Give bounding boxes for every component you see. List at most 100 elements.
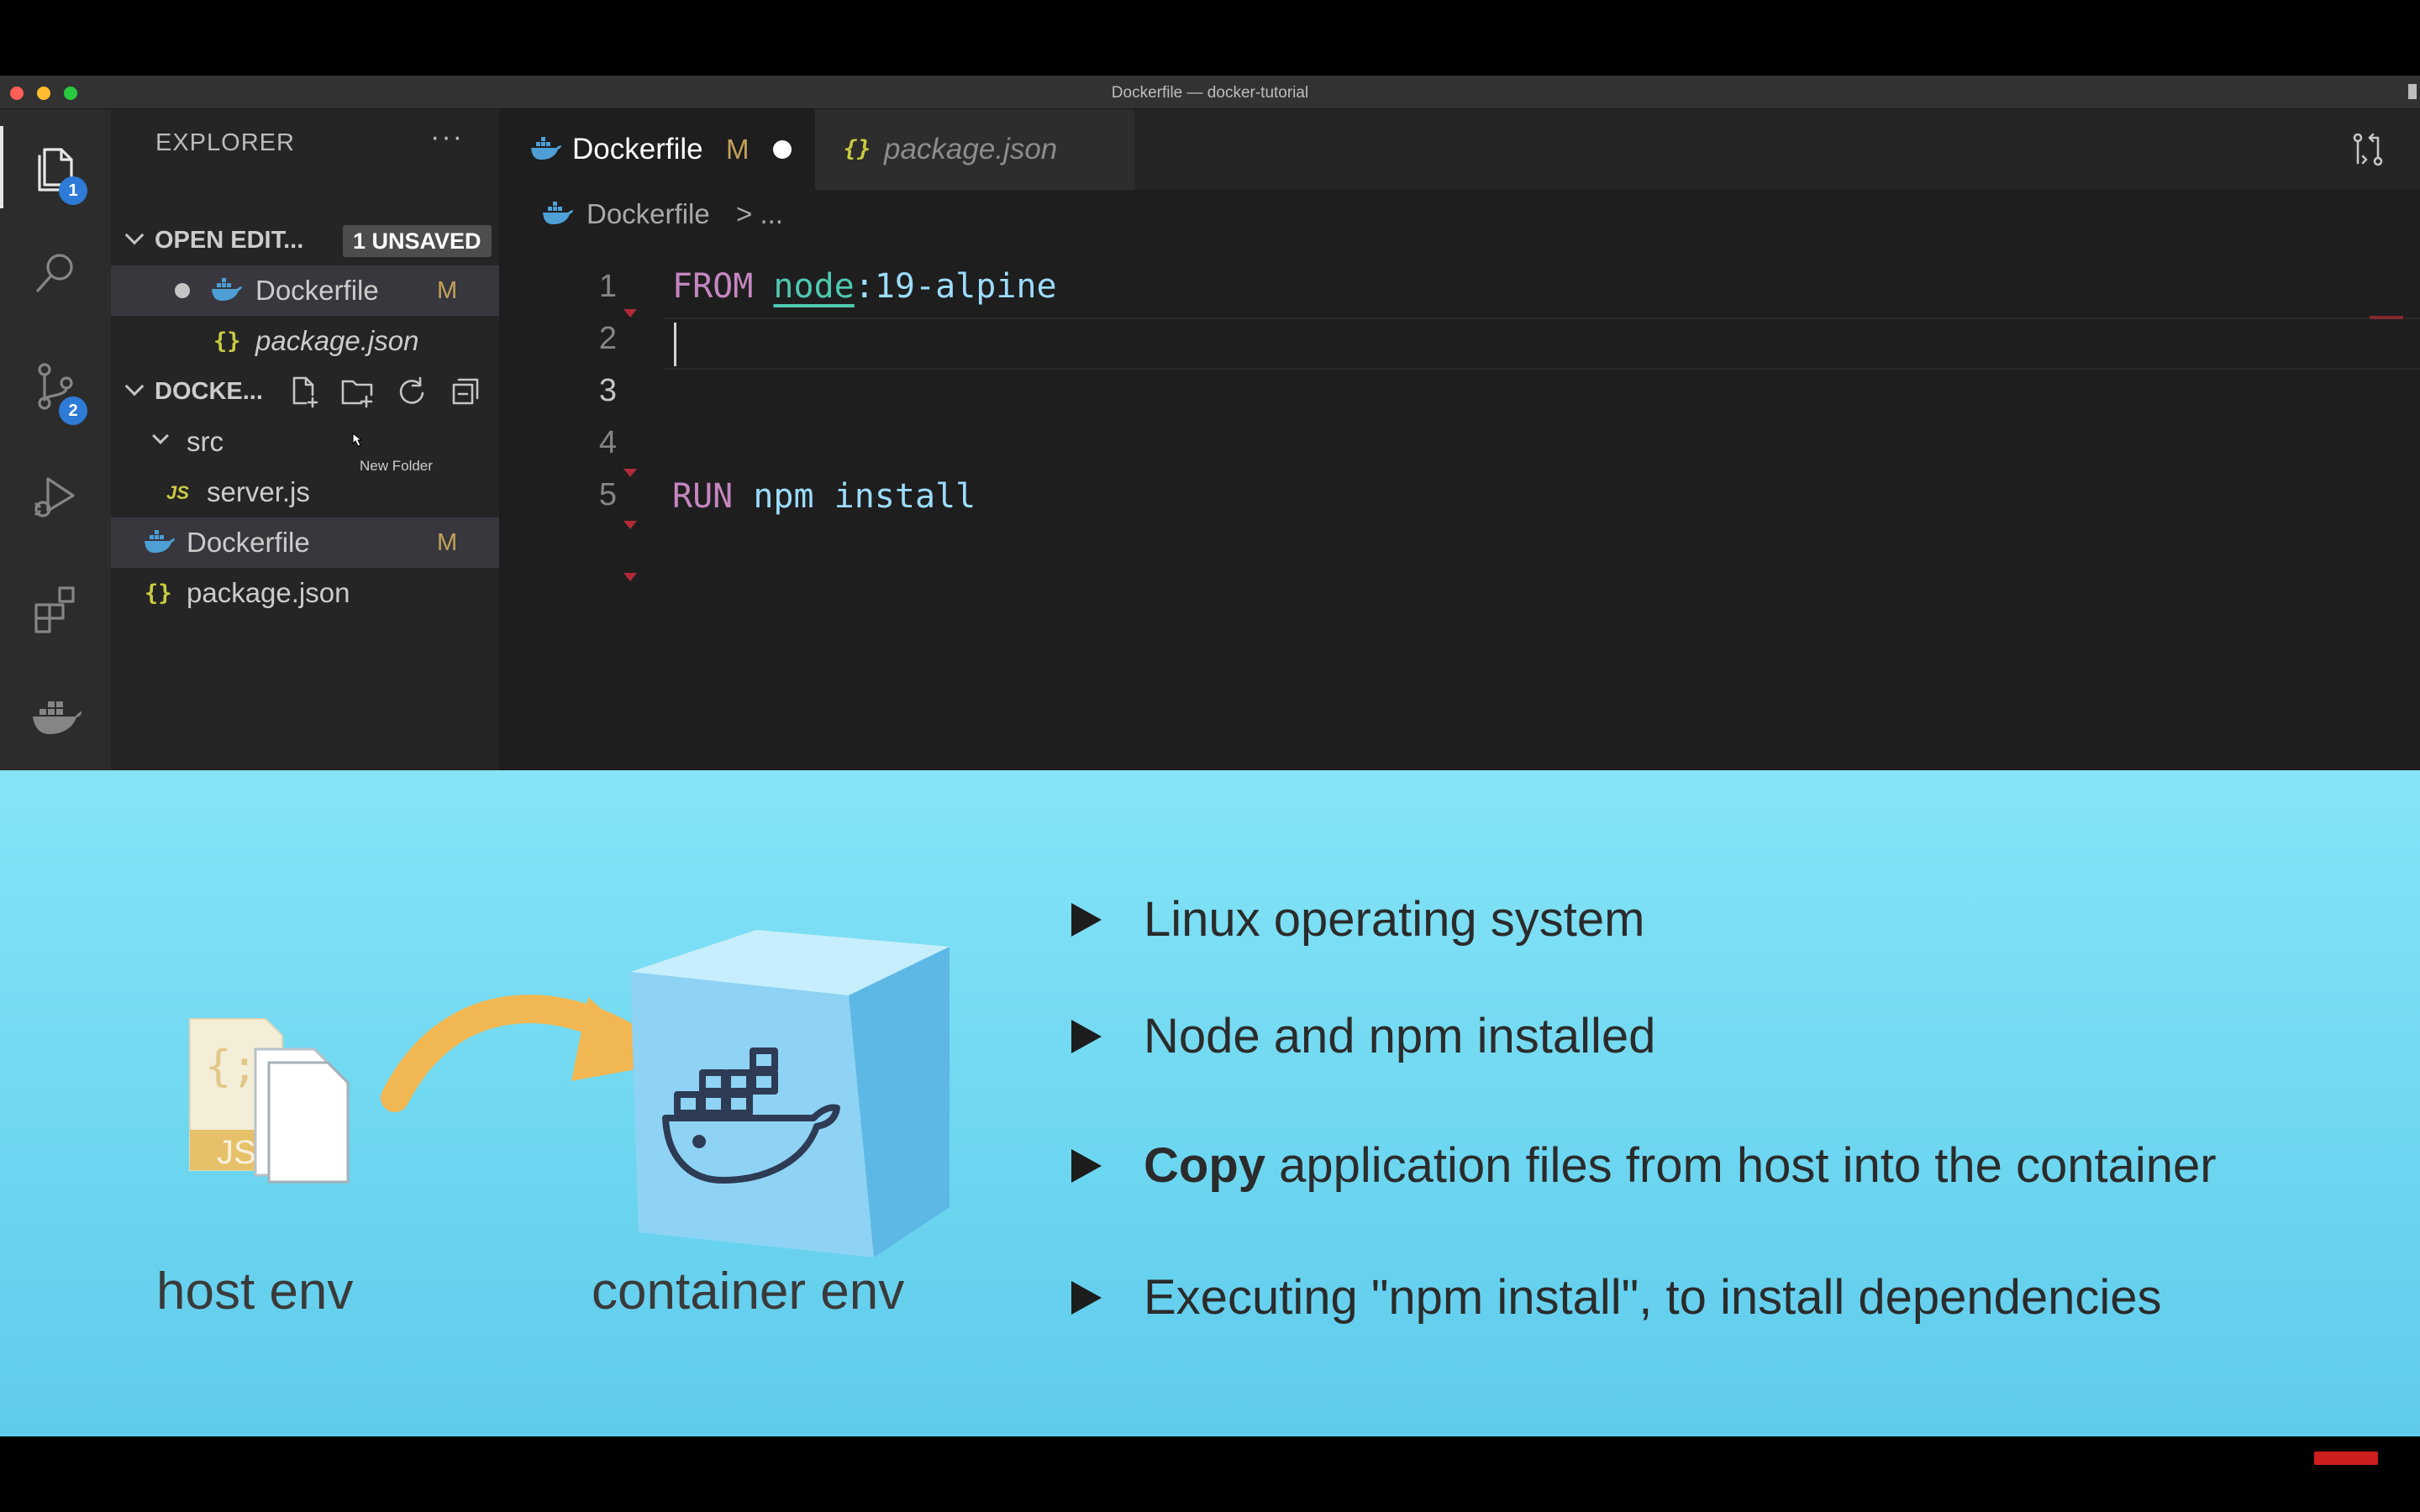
js-file-icon: JS [166,482,189,503]
open-editor-dockerfile[interactable]: Dockerfile M [111,265,499,316]
change-marker [623,309,637,318]
new-file-button[interactable] [286,375,323,408]
workspace-folder-title: DOCKE... [155,377,263,405]
unsaved-dot-icon[interactable] [773,140,792,159]
line-number: 1 [598,269,617,304]
host-env-label: host env [156,1263,354,1320]
host-files-icon: {;} JS [189,1018,350,1184]
activity-search[interactable] [0,227,111,319]
tree-folder-src[interactable]: src [111,417,499,467]
tree-item-label: package.json [187,577,350,608]
title-bar: Dockerfile — docker-tutorial [0,76,2420,109]
source-control-badge: 2 [59,396,87,425]
tree-file-package-json[interactable]: {} package.json [111,568,499,618]
subscribe-watermark[interactable] [2314,1452,2378,1465]
line-number: 5 [598,477,617,512]
explorer-more-actions[interactable]: ··· [430,121,464,154]
window-title: Dockerfile — docker-tutorial [1111,84,1309,102]
js-glyph: JS [217,1134,256,1171]
unsaved-dot-icon [175,283,190,298]
tree-item-label: Dockerfile [187,527,310,558]
activity-bar: 1 2 [0,109,111,770]
bullet-text: application files from host into the con… [1265,1138,2217,1193]
tab-package-json[interactable]: {} package.json [815,109,1134,190]
base-image-tag: :19-alpine [854,267,1057,306]
explorer-title: EXPLORER [155,129,295,156]
modified-indicator: M [726,134,750,165]
line-number: 3 [598,373,617,408]
change-marker [623,573,637,581]
activity-docker[interactable] [0,669,111,761]
search-icon [36,254,73,292]
current-line-highlight [664,318,2420,370]
modified-indicator: M [437,528,458,556]
docker-icon [33,701,82,734]
json-file-icon: {} [145,580,172,606]
breadcrumb-rest[interactable]: > ... [736,198,783,230]
bullet-item: Node and npm installed [1071,1008,1655,1064]
base-image-name: node [773,267,855,306]
docker-file-icon [145,530,175,553]
unsaved-badge: 1 UNSAVED [343,225,492,257]
activity-source-control[interactable]: 2 [0,339,111,432]
open-changes-button[interactable] [2348,129,2388,174]
play-bullet-icon [1071,1148,1102,1183]
docker-file-icon [531,137,561,160]
container-cube-icon [630,930,950,1257]
tree-item-label: src [187,426,224,457]
chevron-down-icon [124,376,145,396]
line-number: 2 [598,321,617,356]
container-env-label: container env [592,1263,905,1320]
tree-file-dockerfile[interactable]: Dockerfile M [111,517,499,568]
minimap-marker [2370,316,2403,319]
text-caret [674,323,676,366]
bullet-bold-text: Copy [1144,1138,1265,1193]
keyword-from: FROM [672,267,754,306]
open-editor-label: Dockerfile [255,275,379,306]
tree-file-server-js[interactable]: JS server.js [111,467,499,517]
code-line-5: RUN npm install [672,477,976,516]
play-bullet-icon [1071,902,1102,937]
tab-label: Dockerfile [572,133,703,165]
json-file-icon: {} [844,136,871,162]
new-file-icon [292,376,318,408]
docker-file-icon [212,278,242,301]
explanation-slide: {;} JS host env container env Linux oper… [0,770,2420,1436]
chevron-down-icon [152,428,169,444]
activity-run-debug[interactable] [0,450,111,543]
collapse-folders-button[interactable] [447,375,484,408]
run-command: npm install [753,477,976,516]
breadcrumb: Dockerfile > ... [499,190,2420,239]
code-line-1: FROM node:19-alpine [672,267,1057,306]
activity-explorer[interactable]: 1 [0,121,111,213]
new-folder-button[interactable] [339,375,376,408]
bullet-text: Node and npm installed [1144,1009,1656,1063]
compare-changes-icon [2353,133,2383,166]
titlebar-edge [2408,84,2417,99]
open-editor-label: package.json [255,325,419,356]
bullet-item: Executing "npm install", to install depe… [1071,1269,2162,1326]
bullet-text: Linux operating system [1144,892,1645,947]
run-debug-icon [34,477,75,517]
chevron-down-icon [124,225,145,245]
breadcrumb-file[interactable]: Dockerfile [587,198,710,230]
code-editor[interactable]: 1 2 3 4 5 FROM node:19-alpine RUN npm in… [499,239,2420,770]
bullet-item: Copy application files from host into th… [1071,1137,2217,1194]
play-bullet-icon [1071,1019,1102,1053]
open-editors-section-header[interactable]: OPEN EDIT... 1 UNSAVED [111,215,499,265]
keyword-run: RUN [672,477,734,516]
collapse-all-icon [452,378,479,405]
open-editor-package-json[interactable]: {} package.json [111,316,499,366]
line-number: 4 [598,425,617,460]
explorer-badge: 1 [59,176,87,205]
refresh-explorer-button[interactable] [393,375,430,408]
json-file-icon: {} [213,328,241,354]
workspace-folder-header[interactable]: DOCKE... [111,366,499,417]
bullet-text: Executing "npm install", to install depe… [1144,1270,2162,1325]
tab-label: package.json [884,133,1058,165]
open-editors-title: OPEN EDIT... [155,226,304,254]
tree-item-label: server.js [207,476,310,507]
activity-extensions[interactable] [0,559,111,652]
tab-dockerfile[interactable]: Dockerfile M [499,109,815,190]
editor-tabs: Dockerfile M {} package.json [499,109,2420,190]
